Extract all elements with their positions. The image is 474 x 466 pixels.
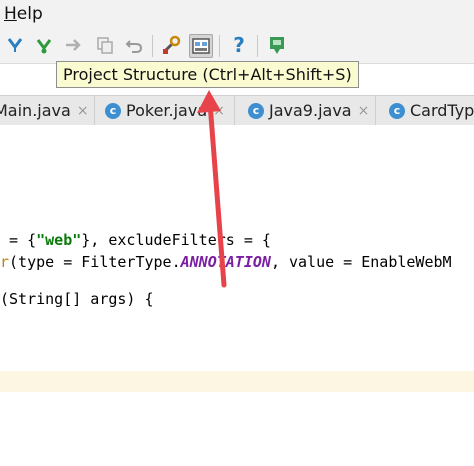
class-icon: c	[248, 102, 264, 119]
tab-cardtype-java[interactable]: c CardTyp	[377, 96, 474, 125]
toolbar-separator	[152, 35, 153, 57]
tab-main-java[interactable]: Main.java ×	[0, 96, 95, 125]
back-arrow-icon[interactable]	[4, 34, 26, 56]
navigate-icon[interactable]	[62, 34, 84, 56]
tab-label: Java9.java	[269, 101, 352, 120]
tab-label: CardTyp	[410, 101, 474, 120]
svg-text:?: ?	[233, 34, 245, 56]
current-line-highlight	[0, 371, 474, 392]
settings-icon[interactable]	[160, 34, 182, 56]
toolbar-separator	[257, 35, 258, 57]
code-line: r(type = FilterType.ANNOTATION, value = …	[0, 253, 452, 271]
class-icon: c	[105, 102, 121, 119]
toolbar-separator	[219, 35, 220, 57]
close-icon[interactable]: ×	[77, 103, 89, 119]
tooltip: Project Structure (Ctrl+Alt+Shift+S)	[56, 61, 359, 88]
class-icon: c	[389, 102, 405, 119]
code-line: (String[] args) {	[0, 290, 154, 308]
undo-icon[interactable]	[123, 34, 145, 56]
copy-icon[interactable]	[94, 34, 116, 56]
project-structure-icon[interactable]	[189, 34, 213, 58]
close-icon[interactable]: ×	[358, 103, 370, 119]
forward-arrow-icon[interactable]	[33, 34, 55, 56]
sdk-download-icon[interactable]	[266, 34, 288, 56]
toolbar: ?	[0, 27, 474, 64]
tab-label: Main.java	[0, 101, 71, 120]
close-icon[interactable]: ×	[213, 103, 225, 119]
help-icon[interactable]: ?	[228, 34, 250, 56]
tab-java9-java[interactable]: c Java9.java ×	[236, 96, 376, 125]
menu-help[interactable]: Help	[4, 4, 43, 24]
editor-tab-bar: Main.java × c Poker.java × c Java9.java …	[0, 95, 474, 126]
menu-bar: Help	[0, 0, 474, 27]
code-editor[interactable]: = {"web"}, excludeFilters = { r(type = F…	[0, 125, 474, 466]
tab-poker-java[interactable]: c Poker.java ×	[95, 96, 235, 125]
code-line: = {"web"}, excludeFilters = {	[0, 231, 271, 249]
tab-label: Poker.java	[126, 101, 208, 120]
